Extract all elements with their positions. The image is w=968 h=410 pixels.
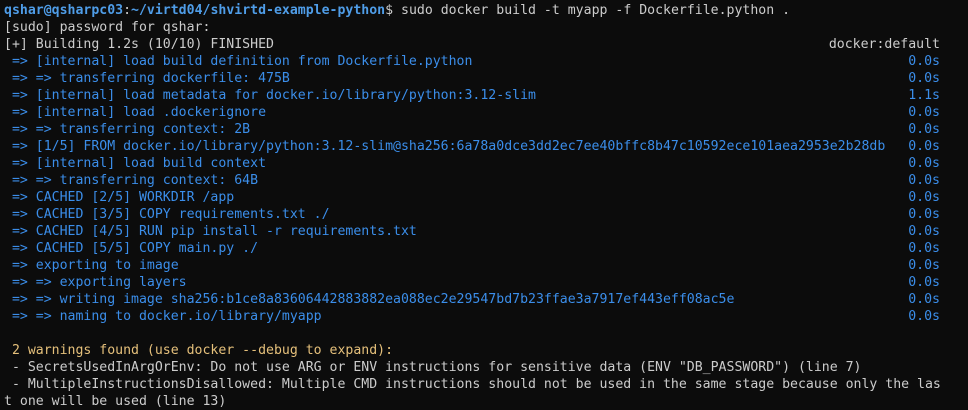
sudo-prompt-line: [sudo] password for qshar: bbox=[4, 19, 968, 36]
build-step-line: => [internal] load build definition from… bbox=[4, 53, 968, 70]
build-step-time: 0.0s bbox=[908, 292, 940, 307]
build-step-line: => CACHED [5/5] COPY main.py ./ 0.0s bbox=[4, 240, 968, 257]
command-text: sudo docker build -t myapp -f Dockerfile… bbox=[401, 3, 791, 18]
build-step-time: 0.0s bbox=[908, 139, 940, 154]
build-step-line: => [internal] load metadata for docker.i… bbox=[4, 87, 968, 104]
build-driver: docker:default bbox=[828, 37, 940, 52]
prompt-separator: : bbox=[123, 3, 132, 18]
build-step-time: 0.0s bbox=[908, 309, 940, 324]
build-step-text: => => transferring context: 64B bbox=[4, 173, 259, 188]
build-step-time: 0.0s bbox=[908, 122, 940, 137]
build-step-text: => => naming to docker.io/library/myapp bbox=[4, 309, 322, 324]
build-step-text: => CACHED [5/5] COPY main.py ./ bbox=[4, 241, 259, 256]
build-step-text: => [internal] load .dockerignore bbox=[4, 105, 267, 120]
warning-line-wrapped: t one will be used (line 13) bbox=[4, 393, 968, 410]
build-step-text: => => exporting layers bbox=[4, 275, 187, 290]
build-step-text: => [1/5] FROM docker.io/library/python:3… bbox=[4, 139, 886, 154]
warnings-header-line: 2 warnings found (use docker --debug to … bbox=[4, 342, 968, 359]
build-step-time: 1.1s bbox=[908, 88, 940, 103]
warning-text: - SecretsUsedInArgOrEnv: Do not use ARG … bbox=[4, 360, 862, 375]
build-step-text: => => writing image sha256:b1ce8a8360644… bbox=[4, 292, 735, 307]
build-step-text: => [internal] load metadata for docker.i… bbox=[4, 88, 536, 103]
build-step-line: => => writing image sha256:b1ce8a8360644… bbox=[4, 291, 968, 308]
build-step-time: 0.0s bbox=[908, 54, 940, 69]
build-step-time: 0.0s bbox=[908, 224, 940, 239]
build-step-line: => => transferring context: 64B 0.0s bbox=[4, 172, 968, 189]
warnings-header-text: 2 warnings found (use docker --debug to … bbox=[4, 343, 394, 358]
prompt-path: ~/virtd04/shvirtd-example-python bbox=[131, 3, 386, 18]
warning-line: - SecretsUsedInArgOrEnv: Do not use ARG … bbox=[4, 359, 968, 376]
build-step-line: => [internal] load .dockerignore 0.0s bbox=[4, 104, 968, 121]
sudo-prompt-text: [sudo] password for qshar: bbox=[4, 20, 211, 35]
build-step-text: => CACHED [4/5] RUN pip install -r requi… bbox=[4, 224, 417, 239]
build-step-line: => => exporting layers 0.0s bbox=[4, 274, 968, 291]
build-step-line: => CACHED [3/5] COPY requirements.txt ./… bbox=[4, 206, 968, 223]
build-step-time: 0.0s bbox=[908, 173, 940, 188]
build-step-time: 0.0s bbox=[908, 258, 940, 273]
warning-line: - MultipleInstructionsDisallowed: Multip… bbox=[4, 376, 968, 393]
build-header-line: [+] Building 1.2s (10/10) FINISHED docker… bbox=[4, 36, 968, 53]
prompt-user-host: qshar@qsharpc03 bbox=[4, 3, 124, 18]
terminal-window[interactable]: qshar@qsharpc03:~/virtd04/shvirtd-exampl… bbox=[0, 0, 968, 410]
build-step-time: 0.0s bbox=[908, 275, 940, 290]
prompt-line: qshar@qsharpc03:~/virtd04/shvirtd-exampl… bbox=[4, 2, 968, 19]
build-step-line: => => naming to docker.io/library/myapp 0… bbox=[4, 308, 968, 325]
build-step-line: => [1/5] FROM docker.io/library/python:3… bbox=[4, 138, 968, 155]
build-step-line: => => transferring dockerfile: 475B 0.0s bbox=[4, 70, 968, 87]
build-step-text: => => transferring context: 2B bbox=[4, 122, 251, 137]
build-step-line: => [internal] load build context 0.0s bbox=[4, 155, 968, 172]
build-step-line: => CACHED [4/5] RUN pip install -r requi… bbox=[4, 223, 968, 240]
build-step-text: => CACHED [3/5] COPY requirements.txt ./ bbox=[4, 207, 330, 222]
build-step-text: => CACHED [2/5] WORKDIR /app bbox=[4, 190, 235, 205]
prompt-dollar: $ bbox=[385, 3, 402, 18]
build-step-text: => [internal] load build definition from… bbox=[4, 54, 473, 69]
build-step-time: 0.0s bbox=[908, 156, 940, 171]
build-step-time: 0.0s bbox=[908, 71, 940, 86]
build-step-text: => => transferring dockerfile: 475B bbox=[4, 71, 290, 86]
build-step-text: => [internal] load build context bbox=[4, 156, 267, 171]
build-step-time: 0.0s bbox=[908, 241, 940, 256]
build-header-text: [+] Building 1.2s (10/10) FINISHED bbox=[4, 37, 274, 52]
build-step-time: 0.0s bbox=[908, 190, 940, 205]
build-step-time: 0.0s bbox=[908, 207, 940, 222]
build-step-time: 0.0s bbox=[908, 105, 940, 120]
build-step-line: => => transferring context: 2B 0.0s bbox=[4, 121, 968, 138]
build-step-text: => exporting to image bbox=[4, 258, 179, 273]
warning-text: - MultipleInstructionsDisallowed: Multip… bbox=[4, 377, 941, 392]
build-step-line: => exporting to image 0.0s bbox=[4, 257, 968, 274]
warning-text: t one will be used (line 13) bbox=[4, 394, 227, 409]
build-step-line: => CACHED [2/5] WORKDIR /app 0.0s bbox=[4, 189, 968, 206]
